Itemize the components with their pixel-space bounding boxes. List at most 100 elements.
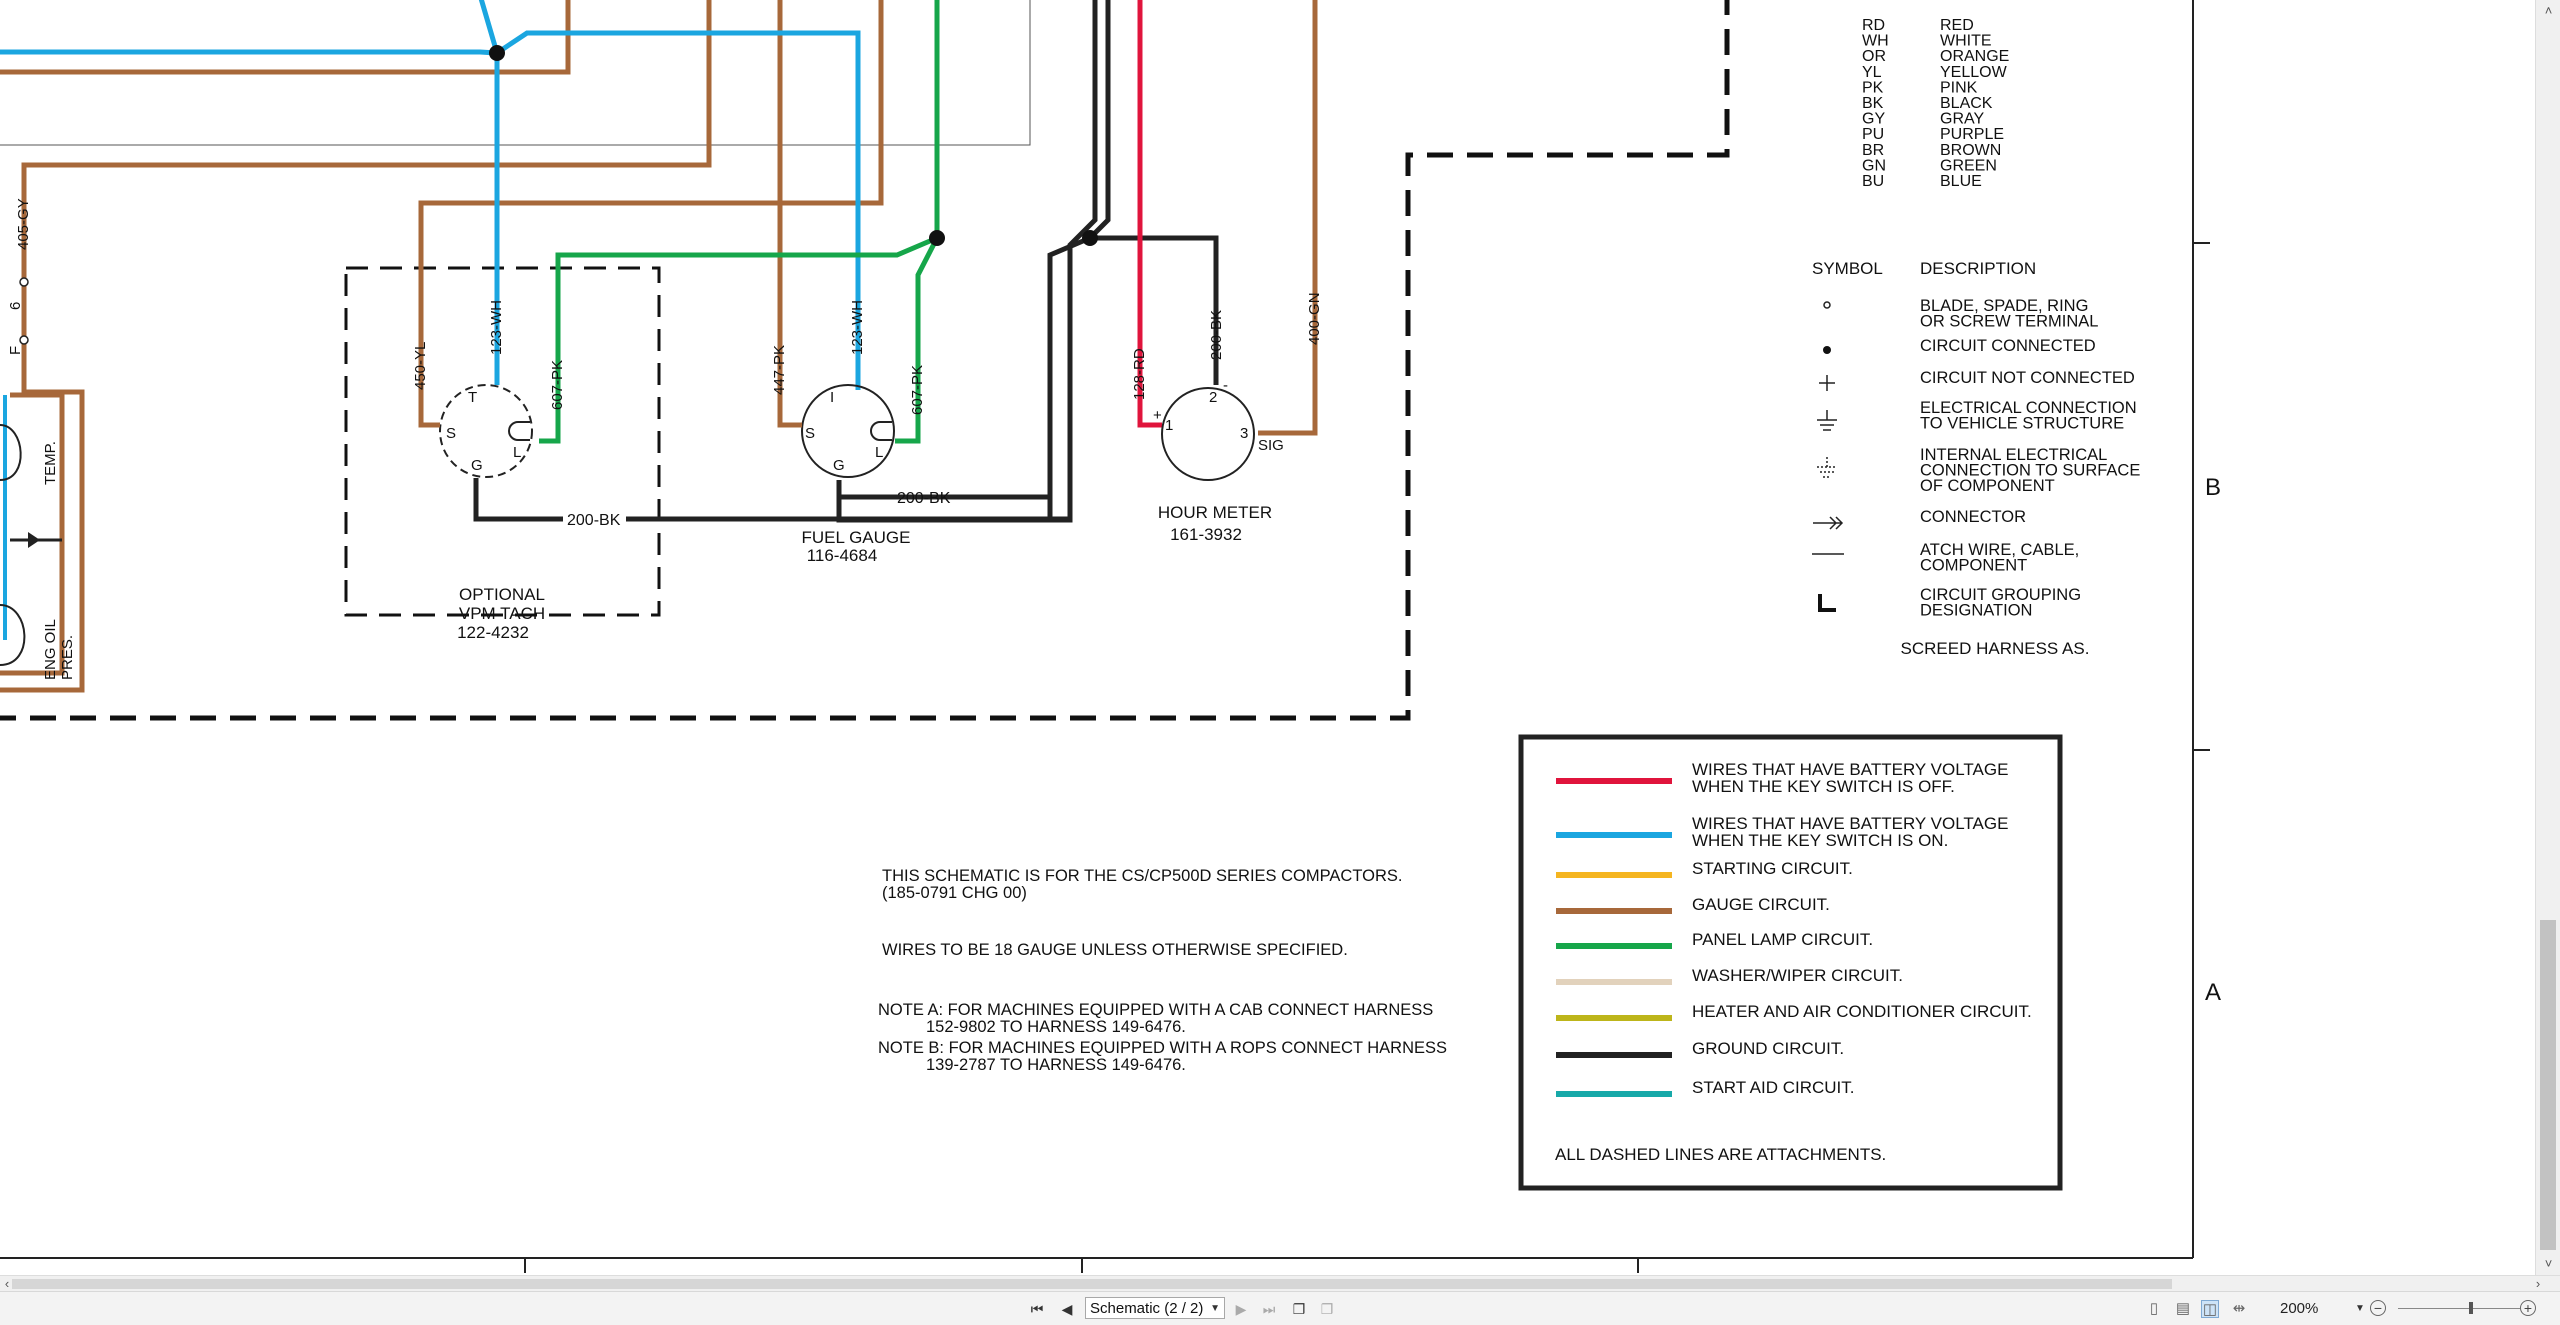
single-page-view-icon[interactable]: ▯ <box>2145 1300 2163 1318</box>
legend-label: WASHER/WIPER CIRCUIT. <box>1692 966 1903 985</box>
fuel-wire-label-447pk: 447-PK <box>771 345 788 395</box>
note-series: THIS SCHEMATIC IS FOR THE CS/CP500D SERI… <box>882 867 1402 885</box>
circuit-grouping-icon <box>1818 594 1836 612</box>
hour-meter-part-number: 161-3932 <box>1170 525 1242 544</box>
wire-brown-400gn <box>1258 0 1318 436</box>
color-code: WH <box>1862 33 1889 50</box>
hour-terminal-sig: SIG <box>1258 437 1284 454</box>
schematic-drawing: B A 405-GY 6 F TEMP. ENG OIL PRES. 450-Y… <box>0 0 2221 1273</box>
symbol-table-header-description: DESCRIPTION <box>1920 259 2036 278</box>
fit-width-icon[interactable]: ⇹ <box>2230 1300 2248 1318</box>
wire-black-2 <box>836 0 1098 523</box>
page-select-dropdown[interactable]: Schematic (2 / 2) ▼ <box>1085 1297 1225 1319</box>
color-code: PK <box>1862 79 1884 96</box>
copy-icon[interactable]: ❐ <box>1290 1299 1308 1319</box>
last-page-icon[interactable]: ⏭ <box>1260 1299 1278 1319</box>
two-page-view-icon[interactable]: ◫ <box>2201 1300 2219 1318</box>
paste-icon[interactable]: ❐ <box>1318 1299 1336 1319</box>
chevron-down-icon[interactable]: ▼ <box>2355 1299 2365 1319</box>
color-name: WHITE <box>1940 33 1992 50</box>
document-viewport[interactable]: B A 405-GY 6 F TEMP. ENG OIL PRES. 450-Y… <box>0 0 2535 1275</box>
tach-wire-label-123wh: 123-WH <box>488 300 505 355</box>
tach-lamp-symbol <box>508 421 530 441</box>
color-code: BK <box>1862 95 1884 112</box>
vertical-scrollbar[interactable]: ˄ ˅ <box>2535 0 2560 1275</box>
tach-part-number: 122-4232 <box>457 623 529 642</box>
wire-green-607pk <box>539 0 940 444</box>
scroll-right-icon[interactable]: › <box>2531 1276 2545 1292</box>
next-page-icon[interactable]: ▶ <box>1232 1299 1250 1319</box>
zoom-slider-thumb[interactable] <box>2469 1302 2473 1314</box>
terminal-symbol-icon <box>1823 301 1831 309</box>
tach-terminal-s: S <box>446 425 456 442</box>
color-code: YL <box>1862 64 1882 81</box>
hour-wire-label-128rd: 128-RD <box>1131 348 1148 400</box>
ground-structure-icon <box>1817 410 1837 431</box>
junction-dot <box>929 230 945 246</box>
legend-label: WHEN THE KEY SWITCH IS OFF. <box>1692 777 1955 796</box>
zoom-level[interactable]: 200% <box>2280 1299 2318 1319</box>
color-name: YELLOW <box>1940 64 2008 81</box>
color-name: PINK <box>1940 79 1978 96</box>
color-code-table: RD RED WH WHITE OR ORANGE YL YELLOW PK PINK BK BLAC… <box>1862 17 2009 190</box>
color-code: BR <box>1862 142 1884 159</box>
symbol-description: CIRCUIT CONNECTED <box>1920 337 2096 355</box>
sensor-label-eng-oil: ENG OIL <box>42 619 59 680</box>
horizontal-scroll-thumb[interactable] <box>12 1279 2172 1289</box>
junction-dot <box>1082 230 1098 246</box>
legend-label: GAUGE CIRCUIT. <box>1692 895 1830 914</box>
legend-label: PANEL LAMP CIRCUIT. <box>1692 930 1873 949</box>
symbol-description: OR SCREW TERMINAL <box>1920 313 2098 331</box>
zone-label-a: A <box>2205 979 2221 1006</box>
color-code: RD <box>1862 17 1885 34</box>
tach-name: VPM TACH <box>459 604 545 623</box>
zoom-out-icon[interactable]: − <box>2370 1300 2386 1316</box>
chevron-down-icon: ▼ <box>1210 1303 1220 1314</box>
scroll-down-icon[interactable]: ˅ <box>2536 1253 2560 1275</box>
legend-label: GROUND CIRCUIT. <box>1692 1039 1844 1058</box>
sensor-label-pres: PRES. <box>59 635 76 680</box>
symbol-description: CIRCUIT NOT CONNECTED <box>1920 369 2135 387</box>
hour-wire-label-400gn: 400-GN <box>1306 292 1323 345</box>
fuel-gauge-body <box>801 384 895 478</box>
color-name: BLACK <box>1940 95 1993 112</box>
page-select-value: Schematic (2 / 2) <box>1090 1300 1204 1317</box>
note-b-line2: 139-2787 TO HARNESS 149-6476. <box>926 1056 1186 1074</box>
note-gauge: WIRES TO BE 18 GAUGE UNLESS OTHERWISE SP… <box>882 941 1348 959</box>
color-name: GREEN <box>1940 157 1997 174</box>
color-name: ORANGE <box>1940 48 2009 65</box>
wire-label-405gy: 405-GY <box>15 198 32 250</box>
hour-terminal-minus: - <box>1223 377 1228 394</box>
note-a-line1: NOTE A: FOR MACHINES EQUIPPED WITH A CAB… <box>878 1001 1433 1019</box>
attachment-boundary-dashed <box>0 0 1730 721</box>
hour-wire-label-200bk: 200-BK <box>1208 310 1225 360</box>
fuel-wire-label-123wh: 123-WH <box>849 300 866 355</box>
zoom-in-icon[interactable]: + <box>2520 1300 2536 1316</box>
previous-page-icon[interactable]: ◀ <box>1058 1299 1076 1319</box>
symbol-description: TO VEHICLE STRUCTURE <box>1920 415 2124 433</box>
tach-wire-label-200bk: 200-BK <box>567 512 621 529</box>
color-name: RED <box>1940 17 1974 34</box>
continuous-view-icon[interactable]: ▤ <box>2174 1300 2192 1318</box>
tach-terminal-l: L <box>513 444 521 461</box>
scroll-up-icon[interactable]: ˄ <box>2536 0 2560 22</box>
fuel-wire-label-607pk: 607-PK <box>909 365 926 415</box>
circuit-legend-box <box>1518 734 2063 1191</box>
tach-wire-label-607pk: 607-PK <box>549 360 566 410</box>
zoom-slider-track[interactable] <box>2398 1308 2520 1309</box>
fuel-terminal-i: I <box>830 389 834 406</box>
horizontal-scrollbar[interactable]: ‹ › <box>0 1275 2560 1292</box>
circuit-not-connected-icon <box>1819 375 1835 391</box>
first-page-icon[interactable]: ⏮ <box>1028 1299 1046 1319</box>
fuel-terminal-l: L <box>875 444 883 461</box>
vertical-scroll-thumb[interactable] <box>2540 920 2556 1250</box>
ground-internal-icon <box>1817 457 1837 478</box>
legend-label: WHEN THE KEY SWITCH IS ON. <box>1692 831 1948 850</box>
color-code: OR <box>1862 48 1886 65</box>
hour-terminal-plus: + <box>1153 407 1162 424</box>
hour-terminal-1: 1 <box>1165 417 1173 434</box>
note-a-line2: 152-9802 TO HARNESS 149-6476. <box>926 1018 1186 1036</box>
color-code: PU <box>1862 126 1884 143</box>
hour-meter-name: HOUR METER <box>1158 503 1272 522</box>
fuel-terminal-s: S <box>805 425 815 442</box>
